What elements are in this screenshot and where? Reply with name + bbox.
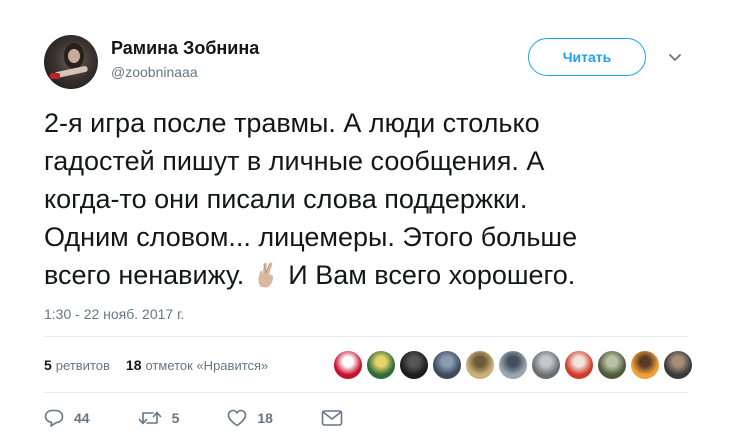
- likes-stat[interactable]: 18 отметок «Нравится»: [126, 357, 268, 373]
- red-shirt-avatar[interactable]: [564, 350, 594, 380]
- tweet-text-segment: всего ненавижу.: [44, 260, 245, 290]
- reply-count: 44: [74, 410, 90, 426]
- envelope-icon: [321, 410, 343, 426]
- fans-photo-avatar[interactable]: [531, 350, 561, 380]
- tweet-stats: 5 ретвитов 18 отметок «Нравится»: [44, 357, 268, 373]
- group-photo-avatar[interactable]: [465, 350, 495, 380]
- spartak-logo-avatar[interactable]: [333, 350, 363, 380]
- tweet-line: гадостей пишут в личные сообщения. А: [44, 146, 545, 176]
- retweets-count: 5: [44, 357, 52, 373]
- user-avatar[interactable]: [44, 35, 98, 89]
- reply-action[interactable]: 44: [44, 409, 90, 427]
- like-action[interactable]: 18: [227, 409, 273, 427]
- retweet-action[interactable]: 5: [138, 409, 180, 427]
- retweets-label: ретвитов: [55, 358, 110, 373]
- dark-photo-avatar[interactable]: [399, 350, 429, 380]
- retweets-stat[interactable]: 5 ретвитов: [44, 357, 110, 373]
- message-action[interactable]: [321, 409, 353, 427]
- team-crest-avatar[interactable]: [366, 350, 396, 380]
- likes-label: отметок «Нравится»: [145, 358, 269, 373]
- retweet-count: 5: [171, 410, 180, 426]
- sunset-photo-avatar[interactable]: [630, 350, 660, 380]
- portrait-avatar[interactable]: [663, 350, 693, 380]
- user-display-name[interactable]: Рамина Зобнина: [111, 38, 259, 59]
- retweet-icon: [138, 411, 161, 425]
- person-photo-avatar[interactable]: [432, 350, 462, 380]
- avatar-face: [68, 49, 80, 63]
- avatar-shoe: [50, 73, 60, 79]
- tweet-line: когда-то они писали слова поддержки.: [44, 184, 528, 214]
- crossed-fingers-emoji-icon: [258, 262, 274, 288]
- follow-button[interactable]: Читать: [528, 38, 646, 76]
- heart-icon: [228, 409, 247, 427]
- tweet-text: 2-я игра после травмы. А люди столько га…: [44, 104, 704, 294]
- reply-icon: [44, 409, 64, 427]
- tweet-line: 2-я игра после травмы. А люди столько: [44, 108, 540, 138]
- chevron-down-icon[interactable]: [667, 52, 683, 64]
- divider: [44, 336, 688, 337]
- divider: [44, 392, 688, 393]
- tweet-line-last: всего ненавижу. И Вам всего хорошего.: [44, 256, 704, 294]
- crowd-photo-avatar[interactable]: [597, 350, 627, 380]
- tweet-text-segment: И Вам всего хорошего.: [288, 260, 576, 290]
- tweet-actions: 44 5 18: [44, 409, 401, 427]
- like-count: 18: [257, 410, 273, 426]
- stadium-photo-avatar[interactable]: [498, 350, 528, 380]
- liker-avatars: [333, 350, 693, 380]
- likes-count: 18: [125, 357, 142, 373]
- tweet-line: Одним словом... лицемеры. Этого больше: [44, 222, 578, 252]
- user-handle[interactable]: @zoobninaaa: [111, 64, 198, 80]
- tweet-timestamp[interactable]: 1:30 - 22 нояб. 2017 г.: [44, 306, 184, 322]
